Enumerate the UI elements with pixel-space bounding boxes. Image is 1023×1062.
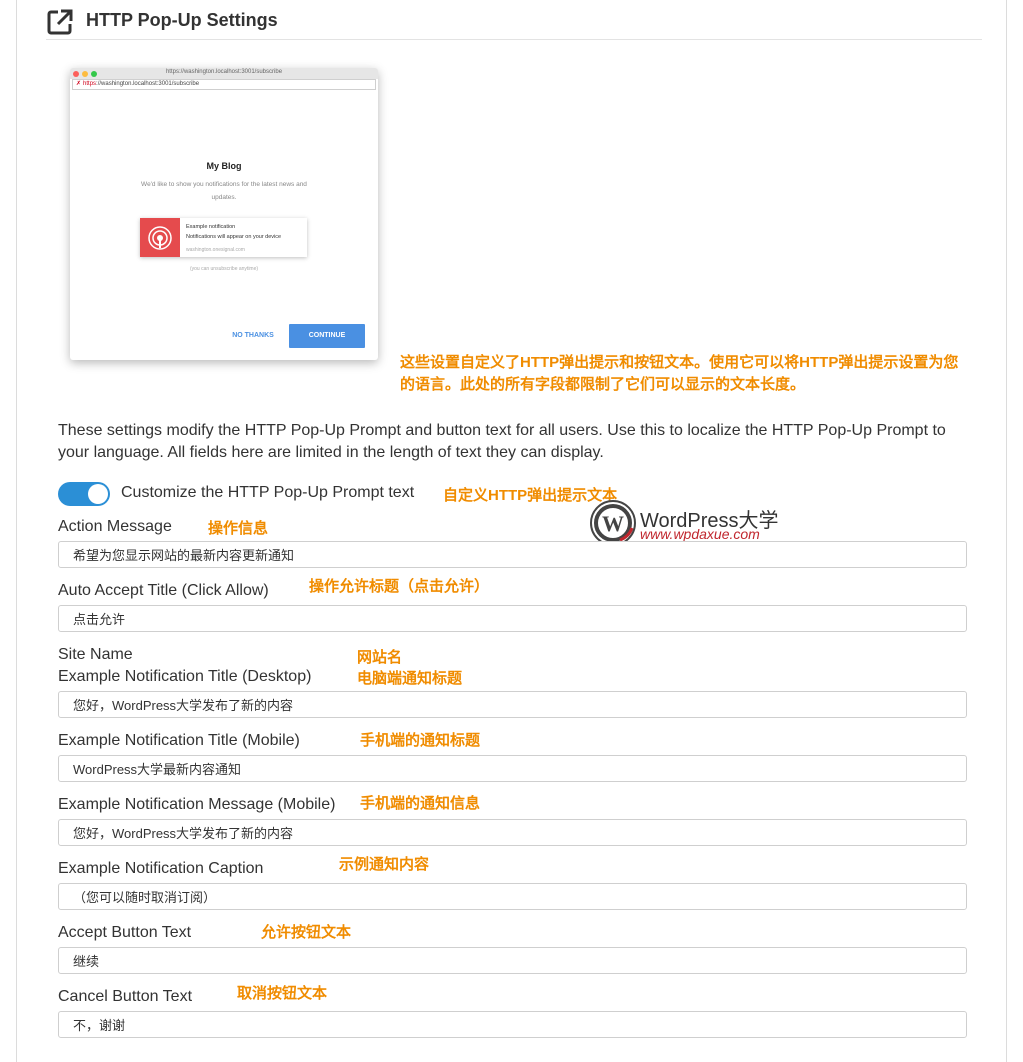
- cancel-button-text-input[interactable]: [58, 1011, 967, 1038]
- window-title: https://washington.localhost:3001/subscr…: [165, 69, 283, 75]
- address-bar: ✗ https://washington.localhost:3001/subsc…: [72, 79, 376, 90]
- preview-notification-site: washington.onesignal.com: [186, 247, 245, 253]
- wordpress-logo-icon: W: [590, 500, 636, 546]
- customize-toggle-label: Customize the HTTP Pop-Up Prompt text: [121, 484, 415, 501]
- annotation-action-message: 操作信息: [208, 520, 269, 537]
- preview-notification-title: Example notification: [186, 224, 236, 230]
- insecure-lock-icon: ✗: [76, 81, 82, 87]
- annotation-mobile-title: 手机端的通知标题: [360, 732, 481, 749]
- action-message-input[interactable]: [58, 541, 967, 568]
- auto-accept-title-label: Auto Accept Title (Click Allow): [58, 582, 269, 599]
- preview-message: We'd like to show you notifications for …: [141, 181, 307, 201]
- desktop-title-input[interactable]: [58, 691, 967, 718]
- caption-label: Example Notification Caption: [58, 860, 264, 877]
- notification-icon: [140, 218, 180, 257]
- broadcast-icon: [148, 226, 172, 250]
- watermark-url: www.wpdaxue.com: [640, 526, 760, 542]
- annotation-accept-button: 允许按钮文本: [261, 924, 352, 941]
- toggle-knob: [88, 484, 108, 504]
- annotation-intro: 这些设置自定义了HTTP弹出提示和按钮文本。使用它可以将HTTP弹出提示设置为您…: [400, 354, 959, 393]
- preview-unsubscribe: (you can unsubscribe anytime): [189, 266, 259, 272]
- mobile-title-input[interactable]: [58, 755, 967, 782]
- customize-toggle[interactable]: [58, 482, 110, 506]
- annotation-site-name: 网站名: [357, 649, 403, 666]
- http-popup-preview: https://washington.localhost:3001/subscr…: [70, 68, 378, 360]
- annotation-mobile-message: 手机端的通知信息: [360, 795, 481, 812]
- action-message-label: Action Message: [58, 518, 172, 535]
- section-header: HTTP Pop-Up Settings: [46, 6, 982, 40]
- address-path: ://washington.localhost:3001/subscribe: [96, 81, 200, 87]
- caption-input[interactable]: [58, 883, 967, 910]
- cancel-button-text-label: Cancel Button Text: [58, 988, 193, 1005]
- annotation-caption: 示例通知内容: [339, 856, 430, 873]
- annotation-auto-accept: 操作允许标题（点击允许）: [309, 578, 490, 595]
- browser-chrome: https://washington.localhost:3001/subscr…: [70, 68, 378, 79]
- preview-continue-button: CONTINUE: [289, 324, 365, 348]
- mobile-title-label: Example Notification Title (Mobile): [58, 732, 300, 749]
- section-title: HTTP Pop-Up Settings: [86, 10, 278, 30]
- mobile-message-label: Example Notification Message (Mobile): [58, 796, 336, 813]
- settings-description: These settings modify the HTTP Pop-Up Pr…: [58, 422, 946, 461]
- external-link-icon: [47, 9, 73, 35]
- accept-button-text-input[interactable]: [58, 947, 967, 974]
- mobile-message-input[interactable]: [58, 819, 967, 846]
- address-scheme: https: [83, 81, 97, 87]
- site-name-label: Site Name: [58, 646, 133, 663]
- annotation-desktop-title: 电脑端通知标题: [357, 670, 463, 687]
- auto-accept-title-input[interactable]: [58, 605, 967, 632]
- preview-notification-message: Notifications will appear on your device: [186, 234, 282, 240]
- accept-button-text-label: Accept Button Text: [58, 924, 192, 941]
- desktop-title-label: Example Notification Title (Desktop): [58, 668, 312, 685]
- preview-no-thanks-button: NO THANKS: [232, 332, 274, 339]
- preview-site-name: My Blog: [206, 161, 242, 171]
- preview-notification: Example notification Notifications will …: [140, 218, 307, 257]
- annotation-cancel-button: 取消按钮文本: [237, 985, 328, 1002]
- svg-text:W: W: [602, 511, 624, 536]
